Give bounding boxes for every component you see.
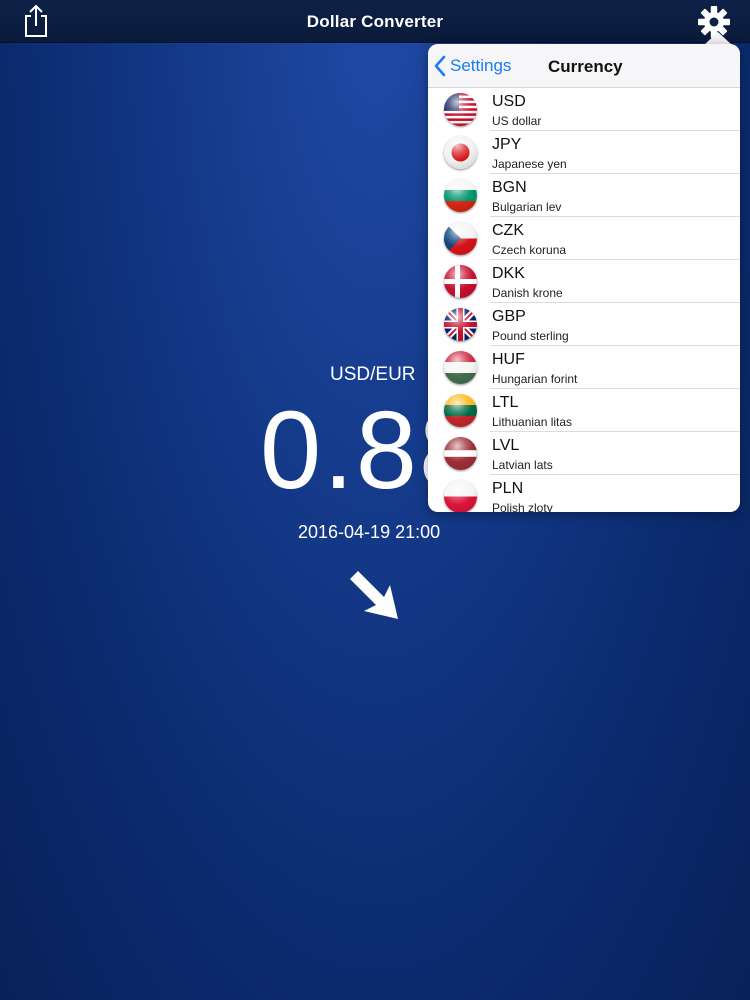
top-bar: Dollar Converter <box>0 0 750 43</box>
flag-dk-icon <box>444 265 477 298</box>
app-title: Dollar Converter <box>306 12 444 31</box>
currency-code: JPY <box>492 136 522 153</box>
back-button-label: Settings <box>450 56 512 75</box>
chevron-left-icon <box>434 55 446 77</box>
currency-row-gbp[interactable]: GBP Pound sterling <box>428 303 740 346</box>
currency-code: PLN <box>492 480 524 497</box>
currency-name: Danish krone <box>492 286 563 300</box>
currency-row-dkk[interactable]: DKK Danish krone <box>428 260 740 303</box>
currency-name: US dollar <box>492 114 542 128</box>
currency-popover: Settings Currency USD US dollar JPY Japa… <box>428 44 740 512</box>
currency-row-jpy[interactable]: JPY Japanese yen <box>428 131 740 174</box>
flag-jp-icon <box>444 136 477 169</box>
arrow-down-right-icon[interactable] <box>344 565 404 625</box>
flag-gb-icon <box>444 308 477 341</box>
currency-code: BGN <box>492 179 527 196</box>
currency-row-huf[interactable]: HUF Hungarian forint <box>428 346 740 389</box>
flag-lt-icon <box>444 394 477 427</box>
currency-name: Latvian lats <box>492 458 553 472</box>
popover-header: Settings Currency <box>428 44 740 88</box>
currency-code: LTL <box>492 394 519 411</box>
currency-row-lvl[interactable]: LVL Latvian lats <box>428 432 740 475</box>
currency-code: USD <box>492 93 526 110</box>
currency-name: Lithuanian litas <box>492 415 573 429</box>
currency-row-usd[interactable]: USD US dollar <box>428 88 740 131</box>
currency-row-bgn[interactable]: BGN Bulgarian lev <box>428 174 740 217</box>
currency-name: Japanese yen <box>492 157 567 171</box>
currency-pair-label: USD/EUR <box>330 364 416 385</box>
flag-bg-icon <box>444 179 477 212</box>
currency-row-czk[interactable]: CZK Czech koruna <box>428 217 740 260</box>
currency-name: Polish zloty <box>492 501 553 512</box>
rate-timestamp: 2016-04-19 21:00 <box>298 522 441 542</box>
flag-pl-icon <box>444 480 477 512</box>
flag-lv-icon <box>444 437 477 470</box>
currency-name: Czech koruna <box>492 243 567 257</box>
flag-cz-icon <box>444 222 477 255</box>
currency-name: Bulgarian lev <box>492 200 562 214</box>
currency-code: HUF <box>492 351 525 368</box>
app-screen: Dollar Converter USD/EUR 0.88 2016-04-19 <box>0 0 750 1000</box>
currency-name: Hungarian forint <box>492 372 578 386</box>
currency-code: DKK <box>492 265 525 282</box>
flag-us-icon <box>444 93 477 126</box>
currency-name: Pound sterling <box>492 329 569 343</box>
flag-hu-icon <box>444 351 477 384</box>
popover-title: Currency <box>548 57 623 76</box>
currency-row-pln[interactable]: PLN Polish zloty <box>428 475 740 512</box>
currency-code: LVL <box>492 437 520 454</box>
currency-list: USD US dollar JPY Japanese yen BGN Bulga… <box>428 88 740 512</box>
currency-code: GBP <box>492 308 526 325</box>
back-button[interactable]: Settings <box>434 53 511 79</box>
currency-row-ltl[interactable]: LTL Lithuanian litas <box>428 389 740 432</box>
currency-code: CZK <box>492 222 524 239</box>
